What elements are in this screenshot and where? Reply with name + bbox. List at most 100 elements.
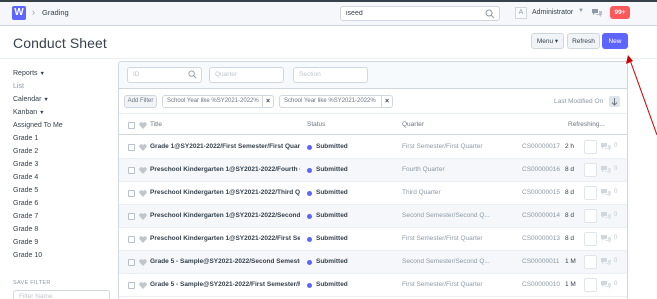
row-checkbox[interactable] <box>128 167 135 174</box>
chat-icon[interactable] <box>591 7 603 19</box>
comment-icon[interactable] <box>600 188 612 198</box>
sidebar-item[interactable]: Calendar ▼ <box>13 96 49 103</box>
quarter-filter-input[interactable]: Quarter <box>209 67 284 83</box>
user-avatar[interactable]: A <box>515 7 527 19</box>
comment-icon[interactable] <box>600 280 612 290</box>
id-filter-input[interactable]: ID <box>127 67 202 83</box>
new-button[interactable]: New <box>602 33 628 49</box>
row-title-link[interactable]: Grade 5 - Sample@SY2021-2022/First Semes… <box>150 281 300 288</box>
comment-icon[interactable] <box>600 211 612 221</box>
app-logo[interactable]: W <box>12 6 26 20</box>
row-status[interactable]: Submitted <box>316 143 348 150</box>
row-title-link[interactable]: Preschool Kindergarten 1@SY2021-2022/Fir… <box>150 235 300 242</box>
row-status[interactable]: Submitted <box>316 258 348 265</box>
row-assign-box[interactable] <box>584 163 597 177</box>
sidebar-item[interactable]: Grade 8 <box>13 226 38 233</box>
breadcrumb-grading[interactable]: Grading <box>42 8 69 17</box>
heart-icon[interactable] <box>139 236 147 243</box>
caret-down-icon[interactable]: ▼ <box>578 8 584 14</box>
row-title-link[interactable]: Preschool Kindergarten 1@SY2021-2022/Fou… <box>150 166 300 173</box>
refresh-button[interactable]: Refresh <box>567 33 600 49</box>
sidebar-item[interactable]: Kanban ▼ <box>13 109 45 116</box>
row-assign-box[interactable] <box>584 278 597 292</box>
row-quarter[interactable]: Second Semester/Second Q... <box>402 258 490 265</box>
row-checkbox[interactable] <box>128 144 135 151</box>
row-checkbox[interactable] <box>128 213 135 220</box>
user-menu-name[interactable]: Administrator <box>532 9 573 16</box>
row-status[interactable]: Submitted <box>316 235 348 242</box>
comment-icon[interactable] <box>600 165 612 175</box>
search-icon[interactable] <box>485 9 495 19</box>
heart-icon[interactable] <box>139 190 147 197</box>
row-status[interactable]: Submitted <box>316 189 348 196</box>
filter-tag[interactable]: School Year like %SY2021-2022% × <box>279 95 393 108</box>
comment-icon[interactable] <box>600 257 612 267</box>
sidebar-item-label: Grade 10 <box>13 252 43 259</box>
comment-icon[interactable] <box>600 234 612 244</box>
sidebar-item[interactable]: Grade 5 <box>13 187 38 194</box>
remove-filter-icon[interactable]: × <box>262 96 273 107</box>
sidebar-item[interactable]: Grade 4 <box>13 174 38 181</box>
sidebar-item[interactable]: List <box>13 83 24 90</box>
row-assign-box[interactable] <box>584 186 597 200</box>
sort-by-selector[interactable]: Last Modified On <box>554 98 603 105</box>
row-status[interactable]: Submitted <box>316 281 348 288</box>
sort-order-button[interactable] <box>609 96 620 107</box>
list-row[interactable]: Preschool Kindergarten 1@SY2021-2022/Fir… <box>119 228 627 251</box>
select-all-checkbox[interactable] <box>128 122 135 129</box>
row-quarter[interactable]: Second Semester/Second Q... <box>402 212 490 219</box>
row-assign-box[interactable] <box>584 140 597 154</box>
comment-icon[interactable] <box>600 142 612 152</box>
sidebar-item[interactable]: Grade 9 <box>13 239 38 246</box>
row-assign-box[interactable] <box>584 209 597 223</box>
remove-filter-icon[interactable]: × <box>381 96 392 107</box>
filter-name-input[interactable]: Filter Name <box>13 290 110 299</box>
list-row[interactable]: Grade 5 - Sample@SY2021-2022/First Semes… <box>119 274 627 297</box>
row-title-link[interactable]: Preschool Kindergarten 1@SY2021-2022/Sec… <box>150 212 300 219</box>
add-filter-button[interactable]: Add Filter <box>124 95 157 108</box>
row-checkbox[interactable] <box>128 282 135 289</box>
row-quarter[interactable]: Third Quarter <box>402 189 490 196</box>
row-quarter[interactable]: First Semester/First Quarter <box>402 143 490 150</box>
sidebar-item[interactable]: Grade 6 <box>13 200 38 207</box>
filter-tag[interactable]: School Year like %SY2021-2022% × <box>162 95 274 108</box>
row-title-link[interactable]: Grade 1@SY2021-2022/First Semester/First… <box>150 143 300 150</box>
list-row[interactable]: Preschool Kindergarten 1@SY2021-2022/Thi… <box>119 182 627 205</box>
row-status[interactable]: Submitted <box>316 212 348 219</box>
heart-icon[interactable] <box>139 144 147 151</box>
heart-icon[interactable] <box>139 213 147 220</box>
heart-icon[interactable] <box>139 122 147 129</box>
row-quarter[interactable]: Fourth Quarter <box>402 166 490 173</box>
row-quarter[interactable]: First Semester/First Quarter <box>402 235 490 242</box>
comment-count: 0 <box>614 212 618 218</box>
status-indicator-dot <box>307 214 312 219</box>
row-title-link[interactable]: Preschool Kindergarten 1@SY2021-2022/Thi… <box>150 189 300 196</box>
sidebar-item[interactable]: Reports ▼ <box>13 70 45 77</box>
row-status[interactable]: Submitted <box>316 166 348 173</box>
sidebar-item[interactable]: Assigned To Me <box>13 122 63 129</box>
sidebar-item[interactable]: Grade 3 <box>13 161 38 168</box>
heart-icon[interactable] <box>139 167 147 174</box>
list-row[interactable]: Preschool Kindergarten 1@SY2021-2022/Sec… <box>119 205 627 228</box>
section-filter-input[interactable]: Section <box>293 67 368 83</box>
sidebar-item[interactable]: Grade 10 <box>13 252 42 259</box>
search-input[interactable] <box>341 7 481 20</box>
sidebar-item[interactable]: Grade 1 <box>13 135 38 142</box>
notification-badge[interactable]: 99+ <box>610 6 630 19</box>
row-assign-box[interactable] <box>584 255 597 269</box>
row-checkbox[interactable] <box>128 236 135 243</box>
row-checkbox[interactable] <box>128 259 135 266</box>
heart-icon[interactable] <box>139 282 147 289</box>
heart-icon[interactable] <box>139 259 147 266</box>
row-assign-box[interactable] <box>584 232 597 246</box>
list-row[interactable]: Grade 1@SY2021-2022/First Semester/First… <box>119 136 627 159</box>
sidebar-item[interactable]: Grade 7 <box>13 213 38 220</box>
list-row[interactable]: Preschool Kindergarten 1@SY2021-2022/Fou… <box>119 159 627 182</box>
sidebar-item[interactable]: Grade 2 <box>13 148 38 155</box>
row-checkbox[interactable] <box>128 190 135 197</box>
list-row[interactable]: Grade 5 - Sample@SY2021-2022/Second Seme… <box>119 251 627 274</box>
menu-button[interactable]: Menu ▾ <box>531 33 564 49</box>
row-quarter[interactable]: First Semester/First Quarter <box>402 281 490 288</box>
row-title-link[interactable]: Grade 5 - Sample@SY2021-2022/Second Seme… <box>150 258 300 265</box>
status-indicator-dot <box>307 237 312 242</box>
